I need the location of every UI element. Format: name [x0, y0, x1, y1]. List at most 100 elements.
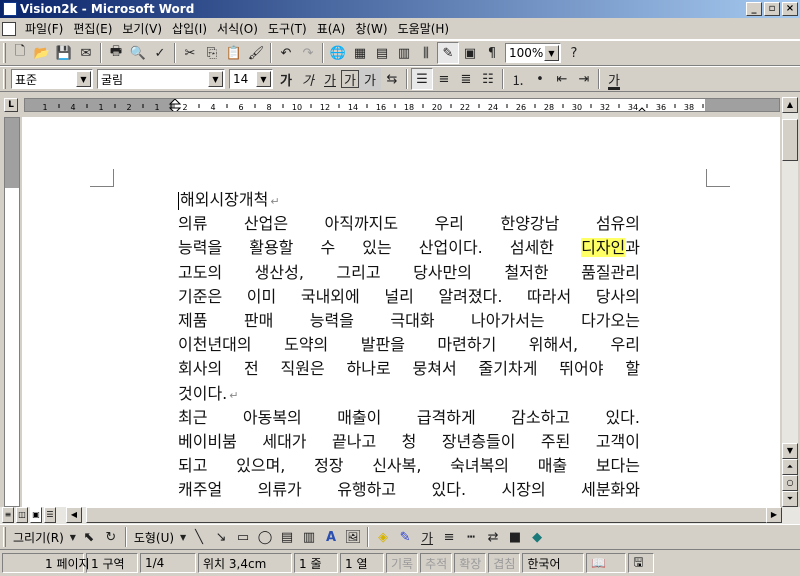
horizontal-scroll-thumb[interactable] [86, 507, 772, 523]
toolbar-grip[interactable] [3, 69, 6, 89]
menu-tools[interactable]: 도구(T) [263, 20, 312, 37]
arrow-icon[interactable]: ↘ [210, 526, 232, 548]
font-combo[interactable]: 굴림 ▼ [97, 69, 225, 89]
wordart-icon[interactable]: A [320, 526, 342, 548]
status-overtype[interactable]: 겹침 [488, 553, 521, 573]
underline-button[interactable]: 가 [319, 68, 341, 90]
menu-format[interactable]: 서식(O) [212, 20, 263, 37]
3d-icon[interactable]: ◆ [526, 526, 548, 548]
undo-icon[interactable]: ↶ [275, 42, 297, 64]
align-center-icon[interactable]: ≡ [433, 68, 455, 90]
increase-indent-icon[interactable]: ⇥ [573, 68, 595, 90]
autoshapes-button[interactable]: 도형(U) [130, 529, 178, 546]
toolbar-grip[interactable] [3, 527, 6, 547]
char-border-button[interactable]: 가 [341, 70, 359, 89]
numbering-icon[interactable]: ⒈ [507, 68, 529, 90]
menu-view[interactable]: 보기(V) [117, 20, 167, 37]
vertical-ruler[interactable] [4, 117, 20, 507]
text-box-icon[interactable]: ▤ [276, 526, 298, 548]
oval-icon[interactable]: ◯ [254, 526, 276, 548]
font-color-button[interactable]: 가 [416, 526, 438, 548]
insert-table-icon[interactable]: ▤ [371, 42, 393, 64]
char-shading-button[interactable]: 가 [359, 68, 381, 90]
document-icon[interactable] [2, 21, 16, 36]
print-icon[interactable]: 🖶 [105, 42, 127, 64]
chevron-down-icon[interactable]: ▼ [178, 526, 188, 548]
drawing-icon[interactable]: ✎ [437, 42, 459, 64]
select-browse-object-icon[interactable]: ○ [782, 475, 798, 491]
menu-insert[interactable]: 삽입(I) [167, 20, 212, 37]
char-scale-icon[interactable]: ⇆ [381, 68, 403, 90]
toolbar-grip[interactable] [3, 43, 6, 63]
status-record[interactable]: 기록 [386, 553, 419, 573]
dash-style-icon[interactable]: ┅ [460, 526, 482, 548]
line-color-icon[interactable]: ✎ [394, 526, 416, 548]
outline-view-icon[interactable]: ☰ [44, 507, 56, 523]
menu-table[interactable]: 표(A) [312, 20, 351, 37]
spelling-icon[interactable]: ✓ [149, 42, 171, 64]
vertical-text-box-icon[interactable]: ▥ [298, 526, 320, 548]
show-hide-icon[interactable]: ¶ [481, 42, 503, 64]
close-button[interactable]: × [782, 2, 798, 16]
font-color-button[interactable]: 가 [603, 68, 625, 90]
chevron-down-icon[interactable]: ▼ [256, 71, 271, 87]
distributed-icon[interactable]: ☷ [477, 68, 499, 90]
clip-art-icon[interactable]: 🖼 [342, 526, 364, 548]
menu-help[interactable]: 도움말(H) [393, 20, 455, 37]
columns-icon[interactable]: ⫼ [415, 42, 437, 64]
chevron-down-icon[interactable]: ▼ [208, 71, 223, 87]
minimize-button[interactable]: _ [746, 2, 762, 16]
scroll-left-icon[interactable]: ◀ [66, 507, 82, 523]
scroll-down-icon[interactable]: ▼ [782, 443, 798, 459]
word-app-icon[interactable] [3, 2, 17, 16]
menu-edit[interactable]: 편집(E) [68, 20, 117, 37]
help-icon[interactable]: ? [563, 42, 585, 64]
tables-borders-icon[interactable]: ▦ [349, 42, 371, 64]
draw-menu-button[interactable]: 그리기(R) [9, 529, 68, 546]
free-rotate-icon[interactable]: ↻ [100, 526, 122, 548]
line-icon[interactable]: ╲ [188, 526, 210, 548]
menu-file[interactable]: 파일(F) [20, 20, 68, 37]
scroll-right-icon[interactable]: ▶ [766, 507, 782, 523]
horizontal-ruler[interactable]: 1 4 1 2 1 2 4 6 8 10 12 14 16 18 20 22 24 26 28 30 32 34 36 38 [24, 98, 780, 112]
arrow-style-icon[interactable]: ⇄ [482, 526, 504, 548]
redo-icon[interactable]: ↷ [297, 42, 319, 64]
email-icon[interactable]: ✉ [75, 42, 97, 64]
select-objects-icon[interactable]: ⬉ [78, 526, 100, 548]
zoom-combo[interactable]: 100% ▼ [505, 43, 561, 63]
format-painter-icon[interactable]: 🖌 [245, 42, 267, 64]
italic-button[interactable]: 가 [297, 68, 319, 90]
status-extend[interactable]: 확장 [454, 553, 487, 573]
vertical-scrollbar[interactable]: ▲ ▼ ⏶ ○ ⏷ [782, 97, 798, 507]
menu-window[interactable]: 창(W) [350, 20, 392, 37]
document-text[interactable]: 해외시장개척 ↵ 의류 산업은 아직까지도 우리 한양강남 섬유의 능력을 활용할… [178, 188, 640, 502]
document-map-icon[interactable]: ▣ [459, 42, 481, 64]
print-layout-icon[interactable]: ▣ [30, 507, 42, 523]
rectangle-icon[interactable]: ▭ [232, 526, 254, 548]
style-combo[interactable]: 표준 ▼ [11, 69, 93, 89]
shadow-icon[interactable]: ■ [504, 526, 526, 548]
right-indent-marker-icon[interactable] [637, 107, 647, 112]
spelling-status-icon[interactable]: 📖 [586, 553, 627, 573]
previous-page-icon[interactable]: ⏶ [782, 459, 798, 475]
paste-icon[interactable]: 📋 [223, 42, 245, 64]
document-page[interactable]: 해외시장개척 ↵ 의류 산업은 아직까지도 우리 한양강남 섬유의 능력을 활용할… [22, 117, 780, 507]
chevron-down-icon[interactable]: ▼ [68, 526, 78, 548]
copy-icon[interactable]: ⎘ [201, 42, 223, 64]
chevron-down-icon[interactable]: ▼ [76, 71, 91, 87]
chevron-down-icon[interactable]: ▼ [544, 45, 559, 61]
scroll-thumb[interactable] [782, 119, 798, 161]
bold-button[interactable]: 가 [275, 68, 297, 90]
scroll-up-icon[interactable]: ▲ [782, 97, 798, 113]
fill-color-icon[interactable]: ◈ [372, 526, 394, 548]
horizontal-scrollbar[interactable]: ≡ ◫ ▣ ☰ ◀ ▶ [0, 507, 800, 524]
normal-view-icon[interactable]: ≡ [2, 507, 14, 523]
cut-icon[interactable]: ✂ [179, 42, 201, 64]
decrease-indent-icon[interactable]: ⇤ [551, 68, 573, 90]
save-icon[interactable]: 💾 [53, 42, 75, 64]
open-folder-icon[interactable]: 📂 [31, 42, 53, 64]
font-size-combo[interactable]: 14 ▼ [229, 69, 273, 89]
tab-selector-icon[interactable]: L [4, 98, 18, 112]
line-style-icon[interactable]: ≡ [438, 526, 460, 548]
hyperlink-icon[interactable]: 🌐 [327, 42, 349, 64]
